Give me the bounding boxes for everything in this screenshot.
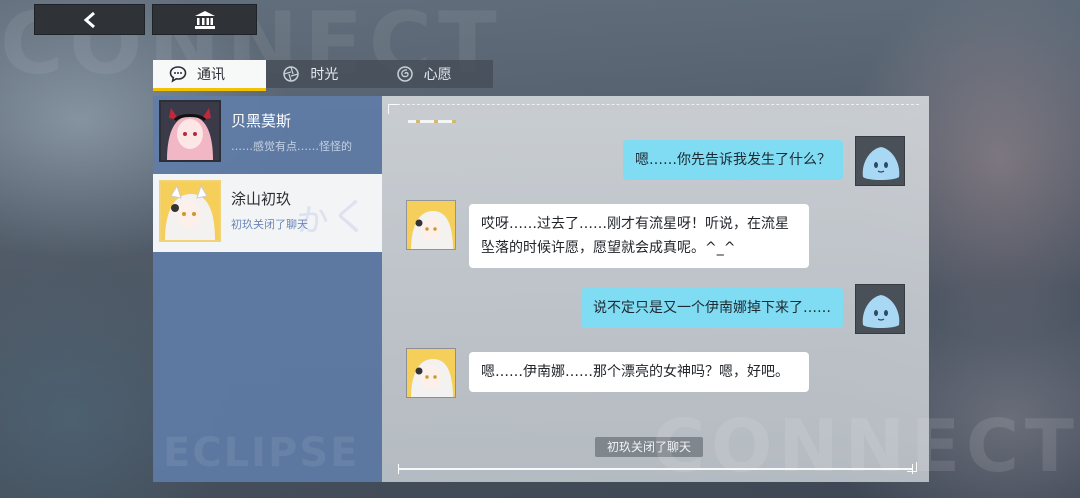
contact-list-watermark: ECLIPSE (163, 430, 360, 476)
user-avatar-slime (855, 136, 905, 186)
message-bubble-other: 哎呀……过去了……刚才有流星呀！听说，在流星坠落的时候许愿，愿望就会成真呢。^_… (469, 204, 809, 268)
tab-bar: 通讯 时光 心愿 (153, 60, 493, 91)
contact-list: ECLIPSE 贝黑莫斯 ……感觉有点……怪怪的 ゕく 涂山初玖 初玖关闭了聊天 (153, 96, 382, 482)
contact-item-behemoth[interactable]: 贝黑莫斯 ……感觉有点……怪怪的 (153, 96, 382, 174)
user-avatar-slime (855, 284, 905, 334)
aperture-icon (283, 66, 300, 82)
frame-corner (388, 104, 398, 114)
contact-name: 贝黑莫斯 (231, 112, 292, 130)
tab-messages[interactable]: 通讯 (153, 60, 267, 91)
frame-stripe (408, 120, 456, 123)
tab-messages-label: 通讯 (197, 67, 225, 83)
home-button[interactable] (152, 4, 257, 35)
bank-icon (194, 10, 215, 29)
contact-preview: ……感觉有点……怪怪的 (231, 140, 352, 153)
contact-preview: 初玖关闭了聊天 (231, 218, 308, 231)
swirl-icon (396, 66, 413, 82)
contact-avatar-chujiu (406, 200, 456, 250)
chat-bubble-icon (169, 66, 187, 83)
contact-avatar-chujiu (406, 348, 456, 398)
chevron-left-icon (83, 11, 95, 28)
tab-moments[interactable]: 时光 (266, 60, 379, 88)
message-bubble-me: 说不定只是又一个伊南娜掉下来了…… (581, 288, 843, 328)
frame-dotted-line (392, 104, 919, 105)
tab-moments-label: 时光 (310, 67, 339, 83)
background-watermark-bottom: CONNECT (652, 404, 1080, 488)
message-bubble-other: 嗯……伊南娜……那个漂亮的女神吗？嗯，好吧。 (469, 352, 809, 392)
selected-deco: ゕく (293, 195, 370, 239)
tab-wishes[interactable]: 心愿 (380, 60, 493, 88)
back-button[interactable] (34, 4, 145, 35)
avatar (159, 100, 221, 162)
contact-name: 涂山初玖 (231, 190, 292, 208)
avatar (159, 180, 221, 242)
message-bubble-me: 嗯……你先告诉我发生了什么？ (623, 140, 843, 180)
tab-wishes-label: 心愿 (423, 67, 452, 83)
contact-item-tushan-chujiu[interactable]: ゕく 涂山初玖 初玖关闭了聊天 (153, 174, 382, 252)
